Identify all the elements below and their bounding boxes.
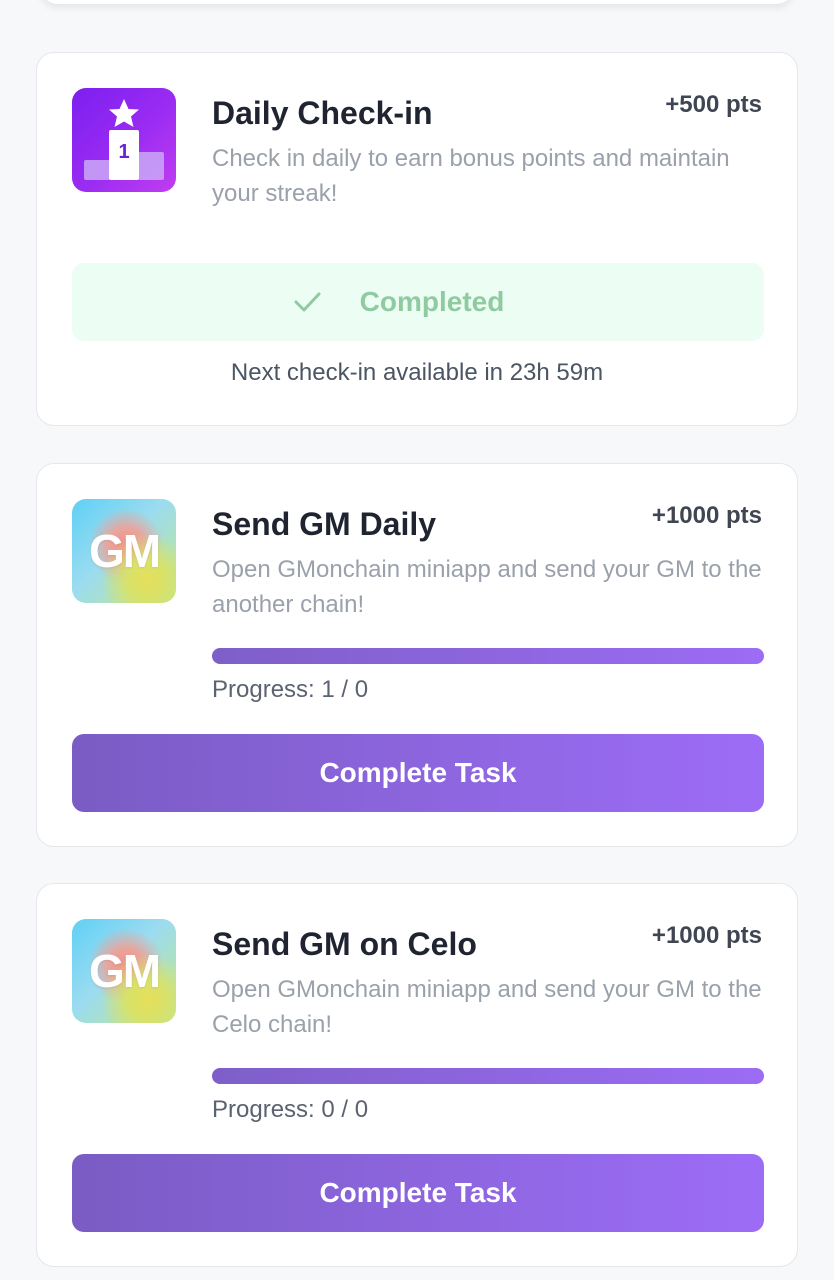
task-title: Send GM on Celo — [212, 926, 477, 962]
task-title: Send GM Daily — [212, 506, 437, 542]
task-card-send-gm-daily: GM Send GM Daily +1000 pts Open GMonchai… — [36, 463, 798, 847]
completed-label: Completed — [359, 286, 505, 317]
gm-icon-text: GM — [88, 945, 161, 997]
podium-star-icon: 1 — [72, 88, 176, 192]
progress-bar — [212, 1068, 764, 1084]
task-description: Open GMonchain miniapp and send your GM … — [212, 976, 762, 1038]
daily-checkin-card: 1 Daily Check-in +500 pts Check in daily… — [36, 52, 798, 426]
complete-task-button[interactable]: Complete Task — [72, 734, 764, 812]
task-card-send-gm-celo: GM Send GM on Celo +1000 pts Open GMonch… — [36, 883, 798, 1267]
previous-card-edge — [40, 0, 794, 4]
task-description: Open GMonchain miniapp and send your GM … — [212, 556, 762, 618]
complete-task-button[interactable]: Complete Task — [72, 1154, 764, 1232]
progress-text: Progress: 1 / 0 — [212, 676, 369, 703]
task-points: +1000 pts — [651, 502, 762, 529]
completed-status-bar: Completed — [72, 263, 764, 341]
next-checkin-text: Next check-in available in 23h 59m — [230, 359, 604, 386]
podium-rank-label: 1 — [118, 141, 129, 163]
gm-icon-text: GM — [88, 525, 161, 577]
progress-bar — [212, 648, 764, 664]
checkin-description: Check in daily to earn bonus points and … — [212, 145, 730, 207]
gm-app-icon: GM — [72, 919, 176, 1023]
task-points: +1000 pts — [651, 922, 762, 949]
checkin-points: +500 pts — [665, 91, 762, 118]
gm-app-icon: GM — [72, 499, 176, 603]
progress-text: Progress: 0 / 0 — [212, 1096, 369, 1123]
checkmark-icon — [294, 292, 321, 312]
checkin-title: Daily Check-in — [212, 95, 433, 131]
